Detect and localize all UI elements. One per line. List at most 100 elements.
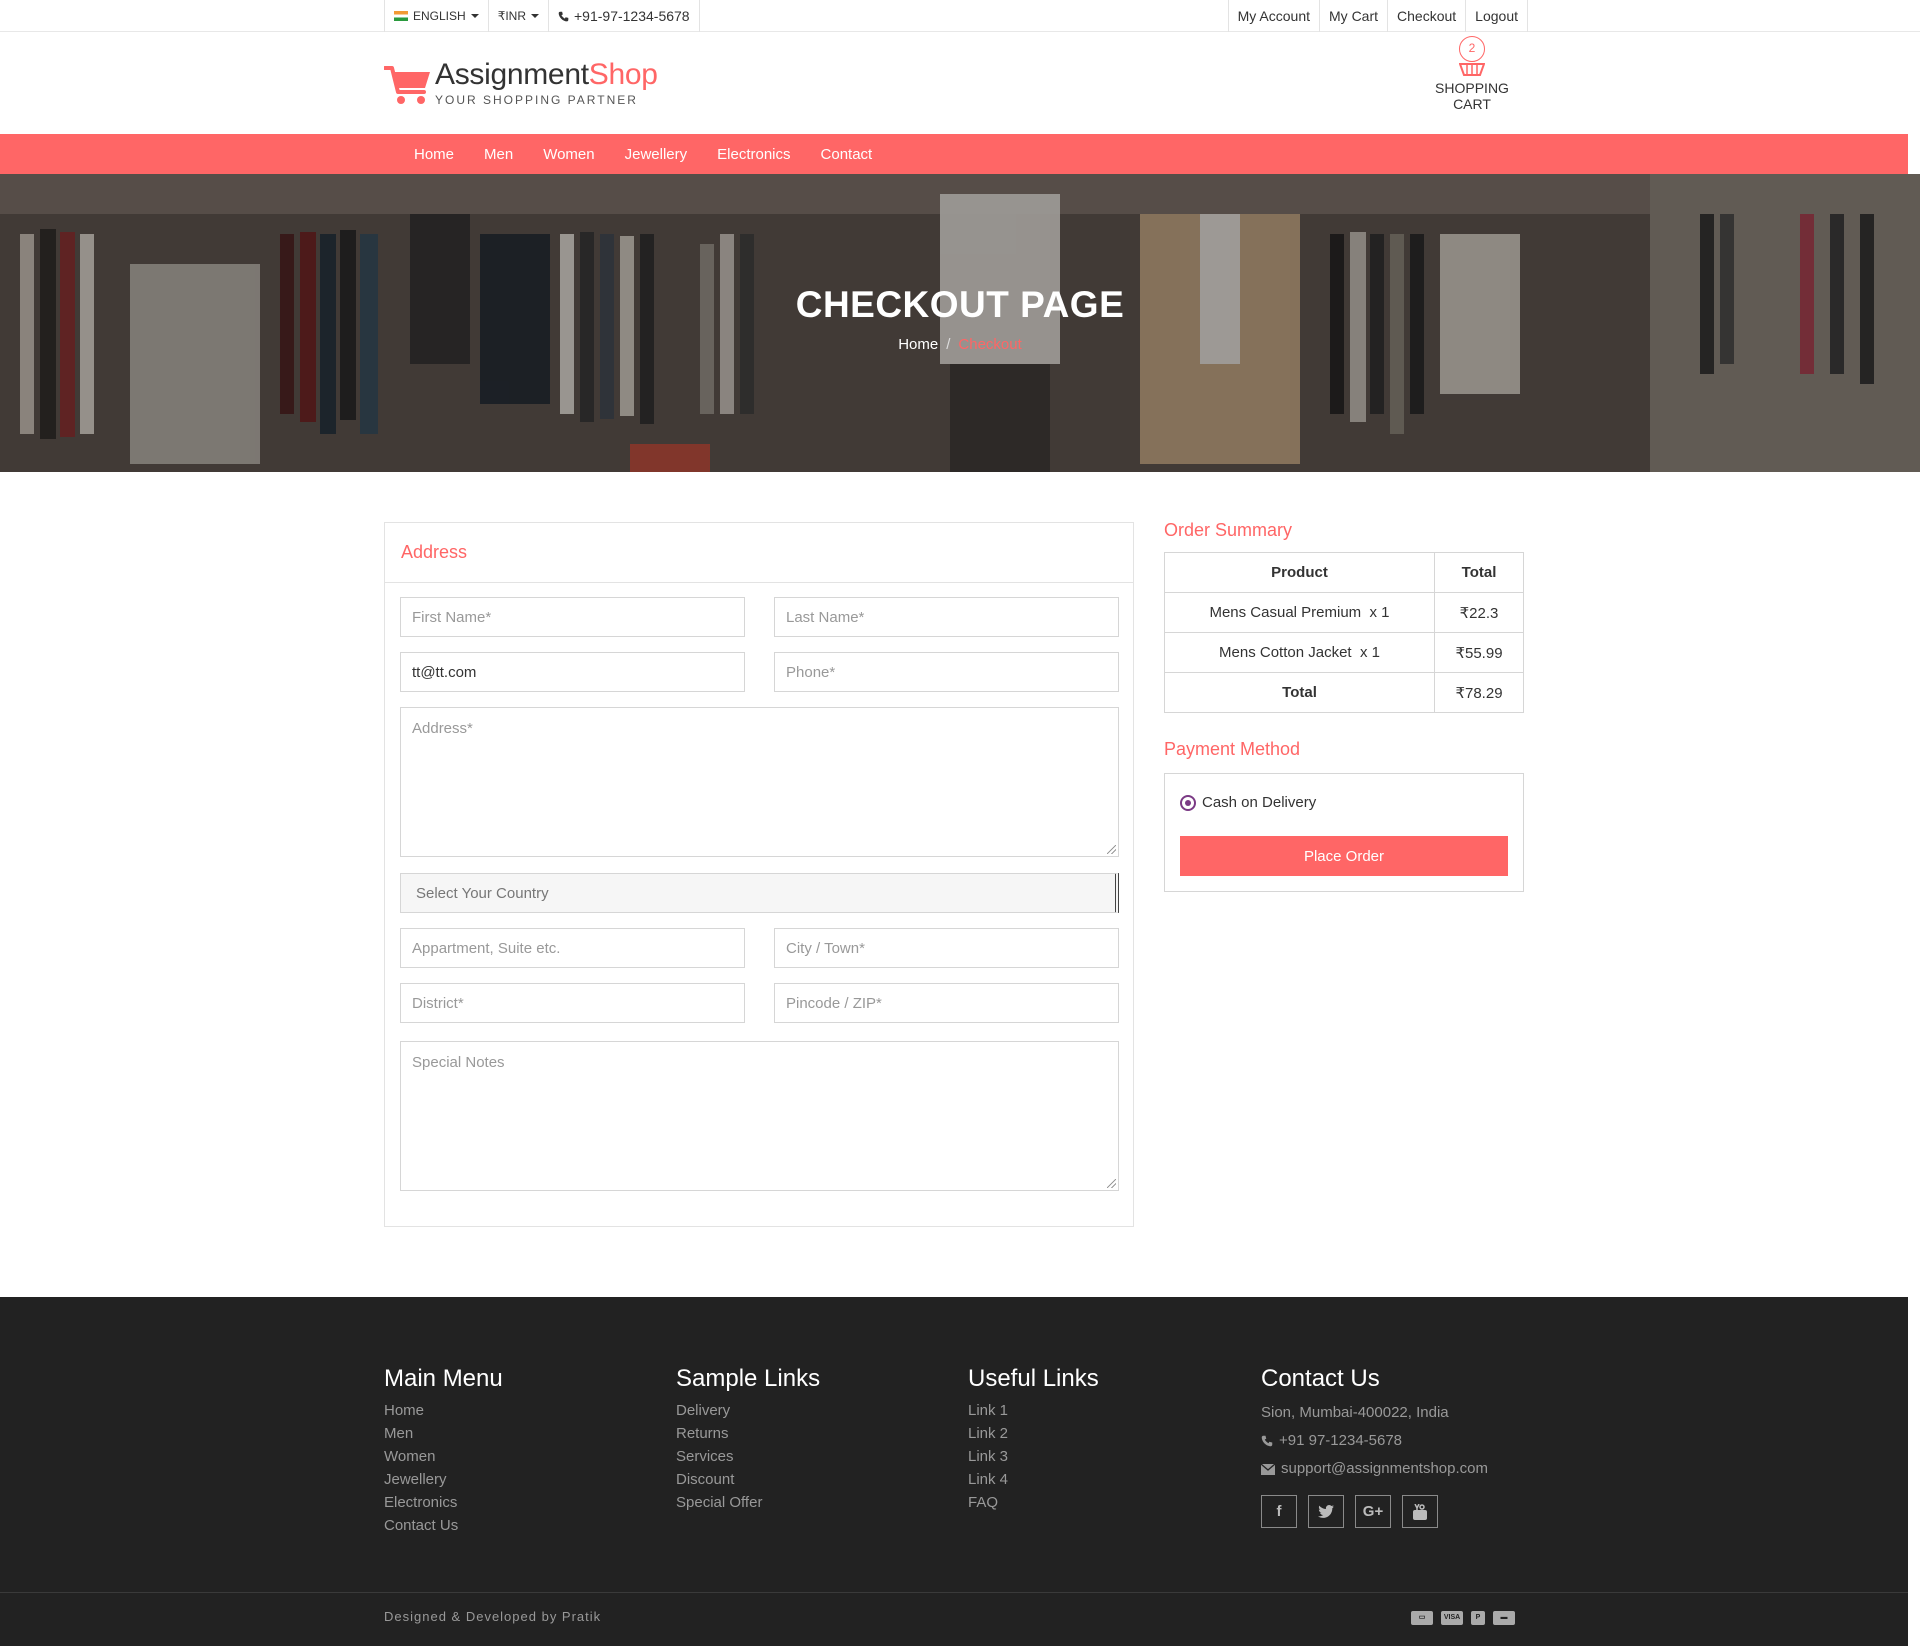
first-name-input[interactable]: First Name* [400,597,745,637]
brand-name: AssignmentShop [435,58,658,91]
phone-input[interactable]: Phone* [774,652,1119,692]
nav-contact[interactable]: Contact [821,146,873,163]
footer-link-delivery[interactable]: Delivery [676,1399,820,1422]
nav-jewellery[interactable]: Jewellery [625,146,688,163]
footer-link-1[interactable]: Link 1 [968,1399,1099,1422]
phone-icon [1261,1435,1273,1447]
india-flag-icon [394,11,408,21]
resize-handle-icon[interactable] [1107,845,1116,854]
address-panel: Address First Name* Last Name* tt@tt.com… [384,522,1134,1227]
my-cart-link[interactable]: My Cart [1319,0,1387,32]
total-value: ₹78.29 [1434,672,1524,713]
address-textarea[interactable]: Address* [400,707,1119,857]
nav-home[interactable]: Home [414,146,454,163]
visa-icon: VISA [1441,1611,1463,1625]
logout-link[interactable]: Logout [1465,0,1528,32]
footer-link-home[interactable]: Home [384,1399,503,1422]
special-notes-textarea[interactable]: Special Notes [400,1041,1119,1191]
footer-link-discount[interactable]: Discount [676,1468,820,1491]
header-cart[interactable]: 2 SHOPPING CART [1416,36,1528,112]
footer-sample-links: Sample Links Delivery Returns Services D… [676,1365,820,1514]
total-column-header: Total [1434,552,1524,593]
breadcrumb: Home / Checkout [0,336,1920,353]
footer-link-services[interactable]: Services [676,1445,820,1468]
my-account-link[interactable]: My Account [1227,0,1319,32]
special-notes-placeholder: Special Notes [412,1054,505,1071]
breadcrumb-home[interactable]: Home [898,336,938,353]
order-summary-table: Product Total Mens Casual Premium x 1 ₹2… [1164,552,1524,713]
twitter-icon[interactable] [1308,1495,1344,1528]
footer-link-jewellery[interactable]: Jewellery [384,1468,503,1491]
footer-link-4[interactable]: Link 4 [968,1468,1099,1491]
email-input[interactable]: tt@tt.com [400,652,745,692]
footer-contact-title: Contact Us [1261,1365,1380,1392]
product-column-header: Product [1164,552,1435,593]
footer-credit: Designed & Developed by Pratik [384,1609,602,1624]
cash-on-delivery-radio[interactable] [1180,794,1196,811]
top-bar: ENGLISH ₹ INR +91-97-1234-5678 My Accoun… [0,0,1920,32]
footer-link-2[interactable]: Link 2 [968,1422,1099,1445]
address-heading: Address [385,523,1133,583]
cart-count-badge: 2 [1459,36,1485,62]
total-label: Total [1164,672,1435,713]
country-select[interactable]: Select Your Country [400,873,1119,913]
district-input[interactable]: District* [400,983,745,1023]
currency-label: INR [505,9,526,23]
contact-phone: +91 97-1234-5678 [1261,1427,1488,1455]
footer-contact: Contact Us Sion, Mumbai-400022, India +9… [1261,1365,1488,1528]
footer-link-women[interactable]: Women [384,1445,503,1468]
payment-method-heading: Payment Method [1164,739,1301,759]
social-links: f G+ [1261,1495,1488,1528]
cash-on-delivery-label: Cash on Delivery [1202,794,1317,811]
chevron-down-icon [531,14,539,18]
pincode-input[interactable]: Pincode / ZIP* [774,983,1119,1023]
phone-info: +91-97-1234-5678 [549,0,700,32]
checkout-link[interactable]: Checkout [1387,0,1465,32]
google-plus-icon[interactable]: G+ [1355,1495,1391,1528]
footer-link-3[interactable]: Link 3 [968,1445,1099,1468]
language-dropdown[interactable]: ENGLISH [384,0,489,32]
page-banner: CHECKOUT PAGE Home / Checkout [0,174,1920,472]
footer-link-men[interactable]: Men [384,1422,503,1445]
facebook-icon[interactable]: f [1261,1495,1297,1528]
currency-dropdown[interactable]: ₹ INR [489,0,549,32]
table-header-row: Product Total [1164,552,1524,593]
total-row: Total ₹78.29 [1164,672,1524,713]
quantity: x 1 [1369,604,1390,621]
paypal-icon: P [1471,1611,1485,1625]
city-input[interactable]: City / Town* [774,928,1119,968]
footer-link-electronics[interactable]: Electronics [384,1491,503,1514]
nav-electronics[interactable]: Electronics [717,146,790,163]
nav-men[interactable]: Men [484,146,513,163]
footer-link-faq[interactable]: FAQ [968,1491,1099,1514]
footer: Main Menu Home Men Women Jewellery Elect… [0,1297,1908,1646]
payment-icons: ▭ VISA P ▬ [1411,1611,1515,1625]
apartment-input[interactable]: Appartment, Suite etc. [400,928,745,968]
phone-icon [558,11,569,21]
product-cell: Mens Cotton Jacket x 1 [1164,632,1435,673]
checkout-main: Address First Name* Last Name* tt@tt.com… [0,472,1920,1295]
main-nav: Home Men Women Jewellery Electronics Con… [0,134,1908,174]
footer-sample-links-title: Sample Links [676,1365,821,1392]
footer-main-menu: Main Menu Home Men Women Jewellery Elect… [384,1365,503,1537]
footer-link-contact-us[interactable]: Contact Us [384,1514,503,1537]
contact-email[interactable]: support@assignmentshop.com [1261,1455,1488,1483]
footer-link-returns[interactable]: Returns [676,1422,820,1445]
last-name-input[interactable]: Last Name* [774,597,1119,637]
nav-women[interactable]: Women [543,146,594,163]
order-summary-heading: Order Summary [1164,520,1293,540]
breadcrumb-current: Checkout [958,336,1022,353]
contact-address: Sion, Mumbai-400022, India [1261,1404,1449,1421]
payment-panel: Cash on Delivery Place Order [1164,773,1524,892]
youtube-icon[interactable] [1402,1495,1438,1528]
product-cell: Mens Casual Premium x 1 [1164,592,1435,633]
resize-handle-icon[interactable] [1107,1179,1116,1188]
site-logo[interactable]: AssignmentShop YOUR SHOPPING PARTNER [384,58,658,107]
page-title: CHECKOUT PAGE [795,284,1125,325]
cash-on-delivery-option[interactable]: Cash on Delivery [1180,794,1316,811]
footer-link-special-offer[interactable]: Special Offer [676,1491,820,1514]
chevron-down-icon [470,14,479,18]
place-order-button[interactable]: Place Order [1180,836,1508,876]
footer-useful-links: Useful Links Link 1 Link 2 Link 3 Link 4… [968,1365,1099,1514]
header: AssignmentShop YOUR SHOPPING PARTNER 2 S… [0,32,1920,134]
